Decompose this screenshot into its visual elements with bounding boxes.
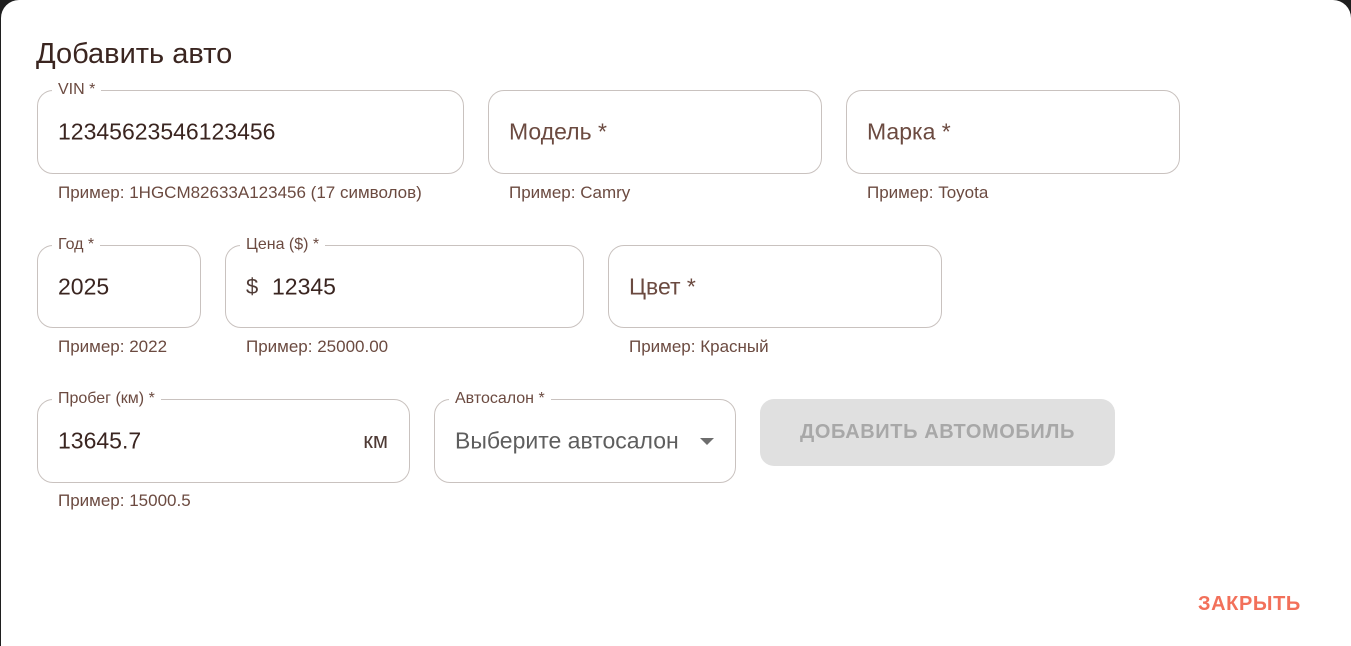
add-car-dialog: Добавить авто VIN * 12345623546123456 Пр…	[1, 0, 1351, 646]
year-helper: Пример: 2022	[58, 337, 168, 356]
dollar-prefix: $	[246, 273, 259, 299]
dealership-label: Автосалон *	[449, 390, 551, 408]
price-label: Цена ($) *	[240, 236, 326, 254]
mileage-label: Пробег (км) *	[52, 390, 161, 408]
color-placeholder: Цвет *	[629, 273, 696, 299]
year-field[interactable]: Год * 2025	[37, 236, 201, 328]
price-field[interactable]: Цена ($) * $ 12345	[225, 236, 584, 328]
vin-helper: Пример: 1HGCM82633A123456 (17 символов)	[58, 183, 422, 202]
dealership-selected-value: Выберите автосалон	[455, 427, 679, 454]
year-label: Год *	[52, 236, 101, 254]
mileage-helper: Пример: 15000.5	[58, 491, 191, 510]
km-suffix: км	[363, 428, 388, 453]
vin-label: VIN *	[52, 81, 102, 99]
price-value: 12345	[272, 273, 336, 299]
vin-value: 12345623546123456	[58, 118, 276, 145]
brand-field[interactable]: Марка *	[846, 90, 1180, 174]
close-button[interactable]: ЗАКРЫТЬ	[1186, 586, 1313, 622]
model-helper: Пример: Camry	[509, 183, 631, 202]
add-car-button[interactable]: ДОБАВИТЬ АВТОМОБИЛЬ	[760, 399, 1115, 466]
vin-field[interactable]: VIN * 12345623546123456	[37, 81, 464, 174]
brand-placeholder: Марка *	[867, 118, 951, 145]
mileage-field[interactable]: Пробег (км) * 13645.7 км	[37, 390, 410, 483]
mileage-value: 13645.7	[58, 427, 142, 454]
dialog-title: Добавить авто	[36, 38, 233, 70]
price-helper: Пример: 25000.00	[246, 337, 389, 356]
model-field[interactable]: Модель *	[488, 90, 822, 174]
color-helper: Пример: Красный	[629, 337, 769, 356]
model-placeholder: Модель *	[509, 118, 607, 145]
brand-helper: Пример: Toyota	[867, 183, 989, 202]
chevron-down-icon[interactable]	[700, 438, 714, 445]
year-value: 2025	[58, 273, 110, 299]
dealership-select[interactable]: Автосалон * Выберите автосалон	[434, 390, 736, 483]
color-field[interactable]: Цвет *	[608, 245, 942, 328]
